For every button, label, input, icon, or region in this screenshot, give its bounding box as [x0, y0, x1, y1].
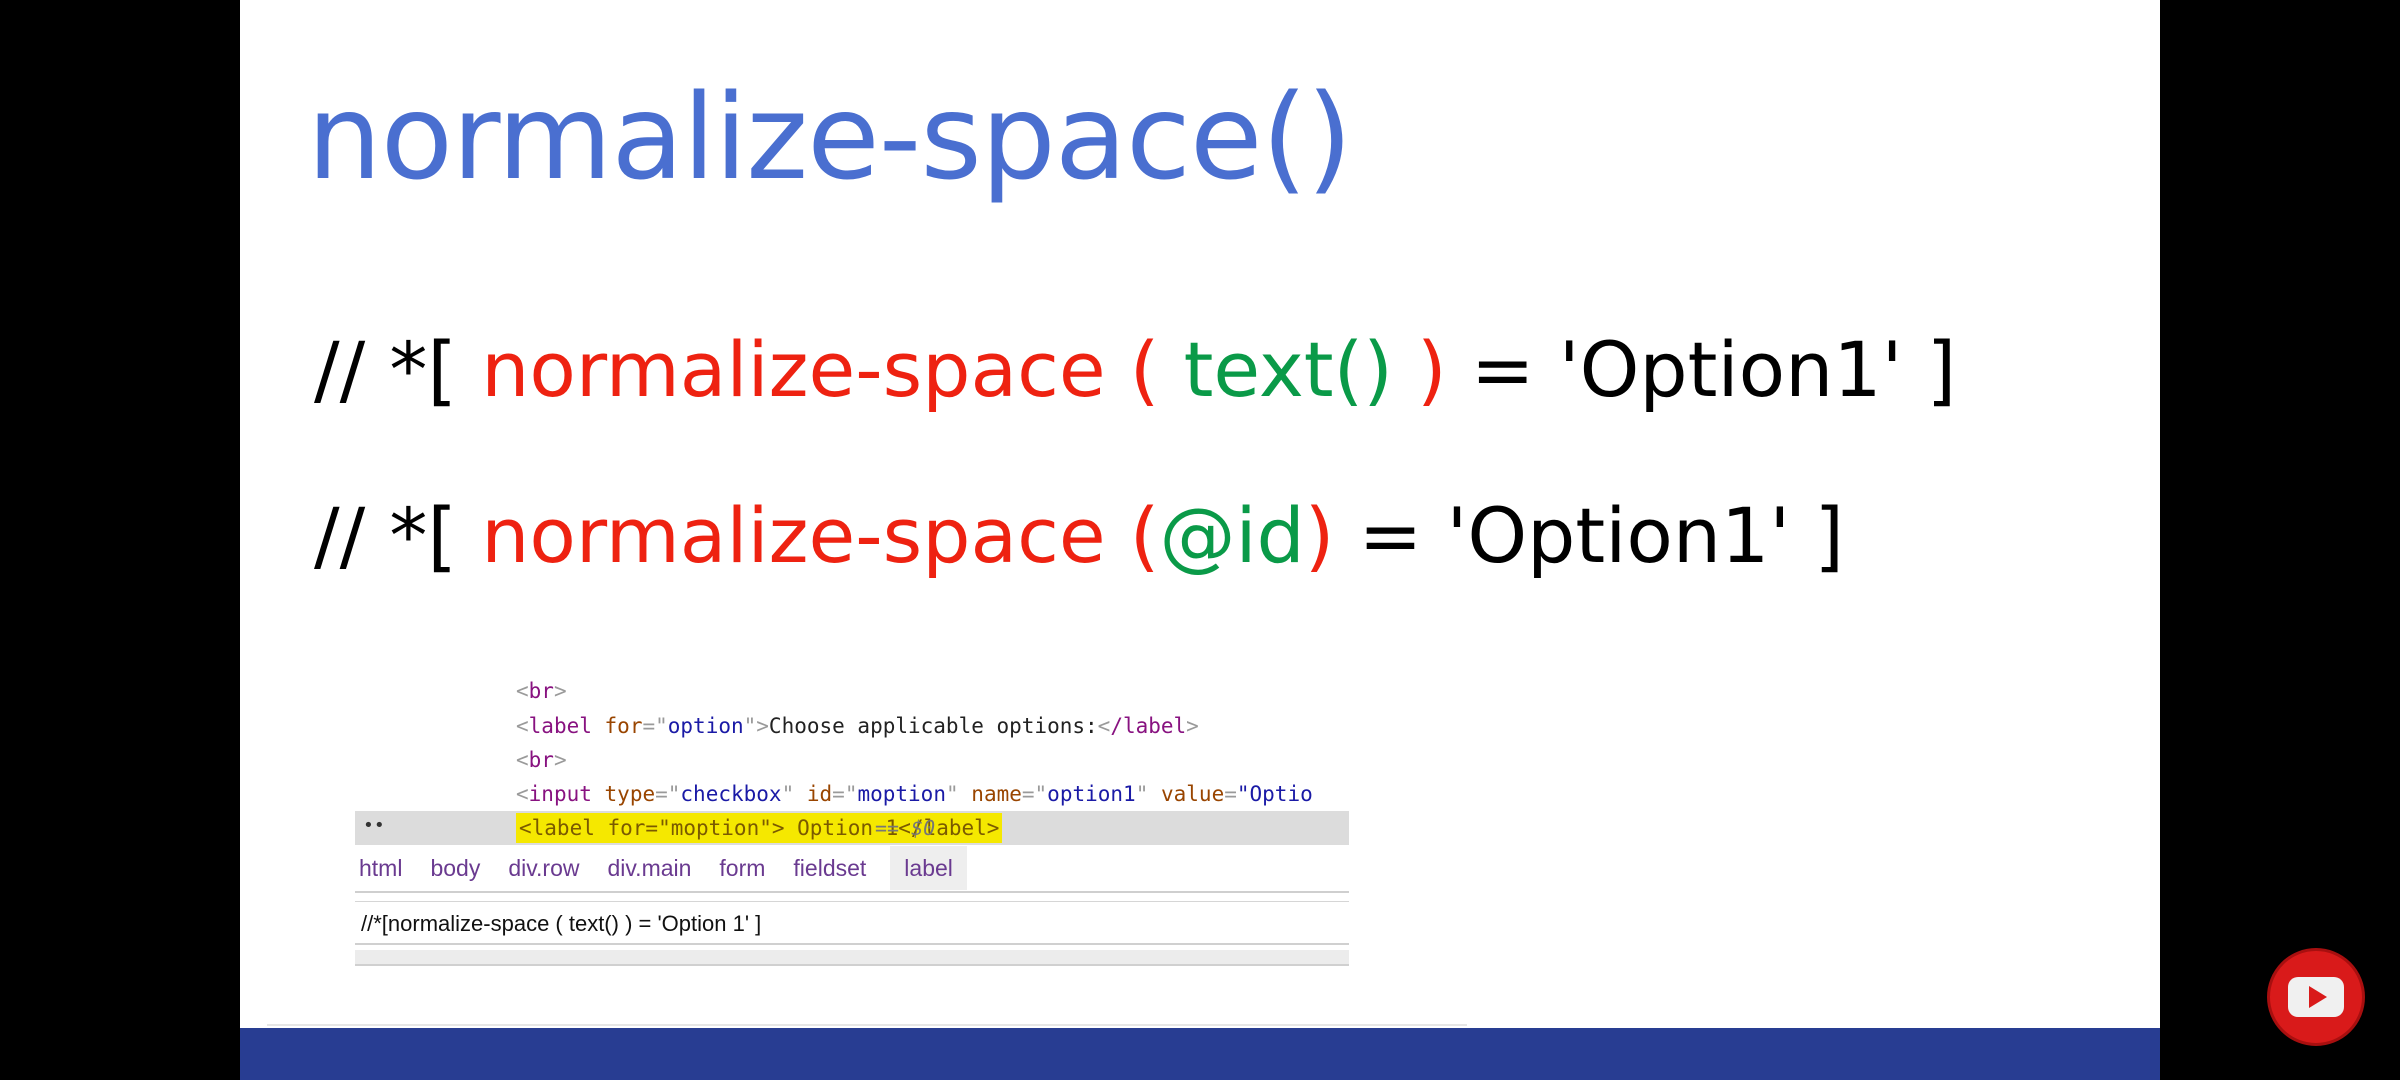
devtools-screenshot: <br> <label for="option">Choose applicab…: [355, 668, 1349, 968]
selected-element-ref: == $0: [875, 816, 936, 840]
code-line-label: <label for="option">Choose applicable op…: [516, 714, 1199, 738]
xpath-expression-id: // *[ normalize-space (@id) = 'Option1' …: [314, 491, 1844, 580]
xpath-expression-text: // *[ normalize-space ( text() ) = 'Opti…: [314, 325, 1956, 414]
breadcrumb-item-form[interactable]: form: [715, 846, 779, 890]
breadcrumb: html body div.row div.main form fieldset…: [355, 845, 1349, 893]
breadcrumb-item-div-main[interactable]: div.main: [603, 846, 705, 890]
slide: normalize-space() // *[ normalize-space …: [240, 0, 2160, 1080]
expr-close-paren: ): [1304, 491, 1335, 580]
youtube-logo: [2288, 977, 2344, 1017]
expr-prefix: // *[: [314, 325, 482, 414]
breadcrumb-item-html[interactable]: html: [355, 846, 416, 890]
expr-argument: text(): [1183, 325, 1393, 414]
expr-argument: @id: [1159, 491, 1305, 580]
code-line-br: <br>: [516, 748, 567, 772]
slide-footer-bar: [240, 1028, 2160, 1080]
breadcrumb-item-label[interactable]: label: [890, 846, 967, 890]
divider: [355, 950, 1349, 966]
expr-close-paren: ): [1392, 325, 1447, 414]
selected-element-row[interactable]: •• <label for="moption"> Option 1</label…: [355, 811, 1349, 845]
expr-function: normalize-space (: [481, 325, 1184, 414]
expr-suffix: = 'Option1' ]: [1334, 491, 1845, 580]
expr-suffix: = 'Option1' ]: [1446, 325, 1957, 414]
divider: [267, 1024, 1467, 1026]
youtube-play-icon[interactable]: [2267, 948, 2365, 1046]
breadcrumb-item-fieldset[interactable]: fieldset: [789, 846, 880, 890]
play-icon: [2309, 986, 2327, 1008]
expr-prefix: // *[: [314, 491, 482, 580]
code-line-input: <input type="checkbox" id="moption" name…: [516, 782, 1313, 806]
breadcrumb-item-body[interactable]: body: [426, 846, 494, 890]
ellipsis-icon[interactable]: ••: [363, 811, 385, 841]
slide-title: normalize-space(): [307, 68, 1353, 206]
breadcrumb-item-div-row[interactable]: div.row: [504, 846, 593, 890]
code-line-br: <br>: [516, 679, 567, 703]
xpath-search-input[interactable]: //*[normalize-space ( text() ) = 'Option…: [355, 901, 1349, 945]
expr-function: normalize-space (: [481, 491, 1160, 580]
